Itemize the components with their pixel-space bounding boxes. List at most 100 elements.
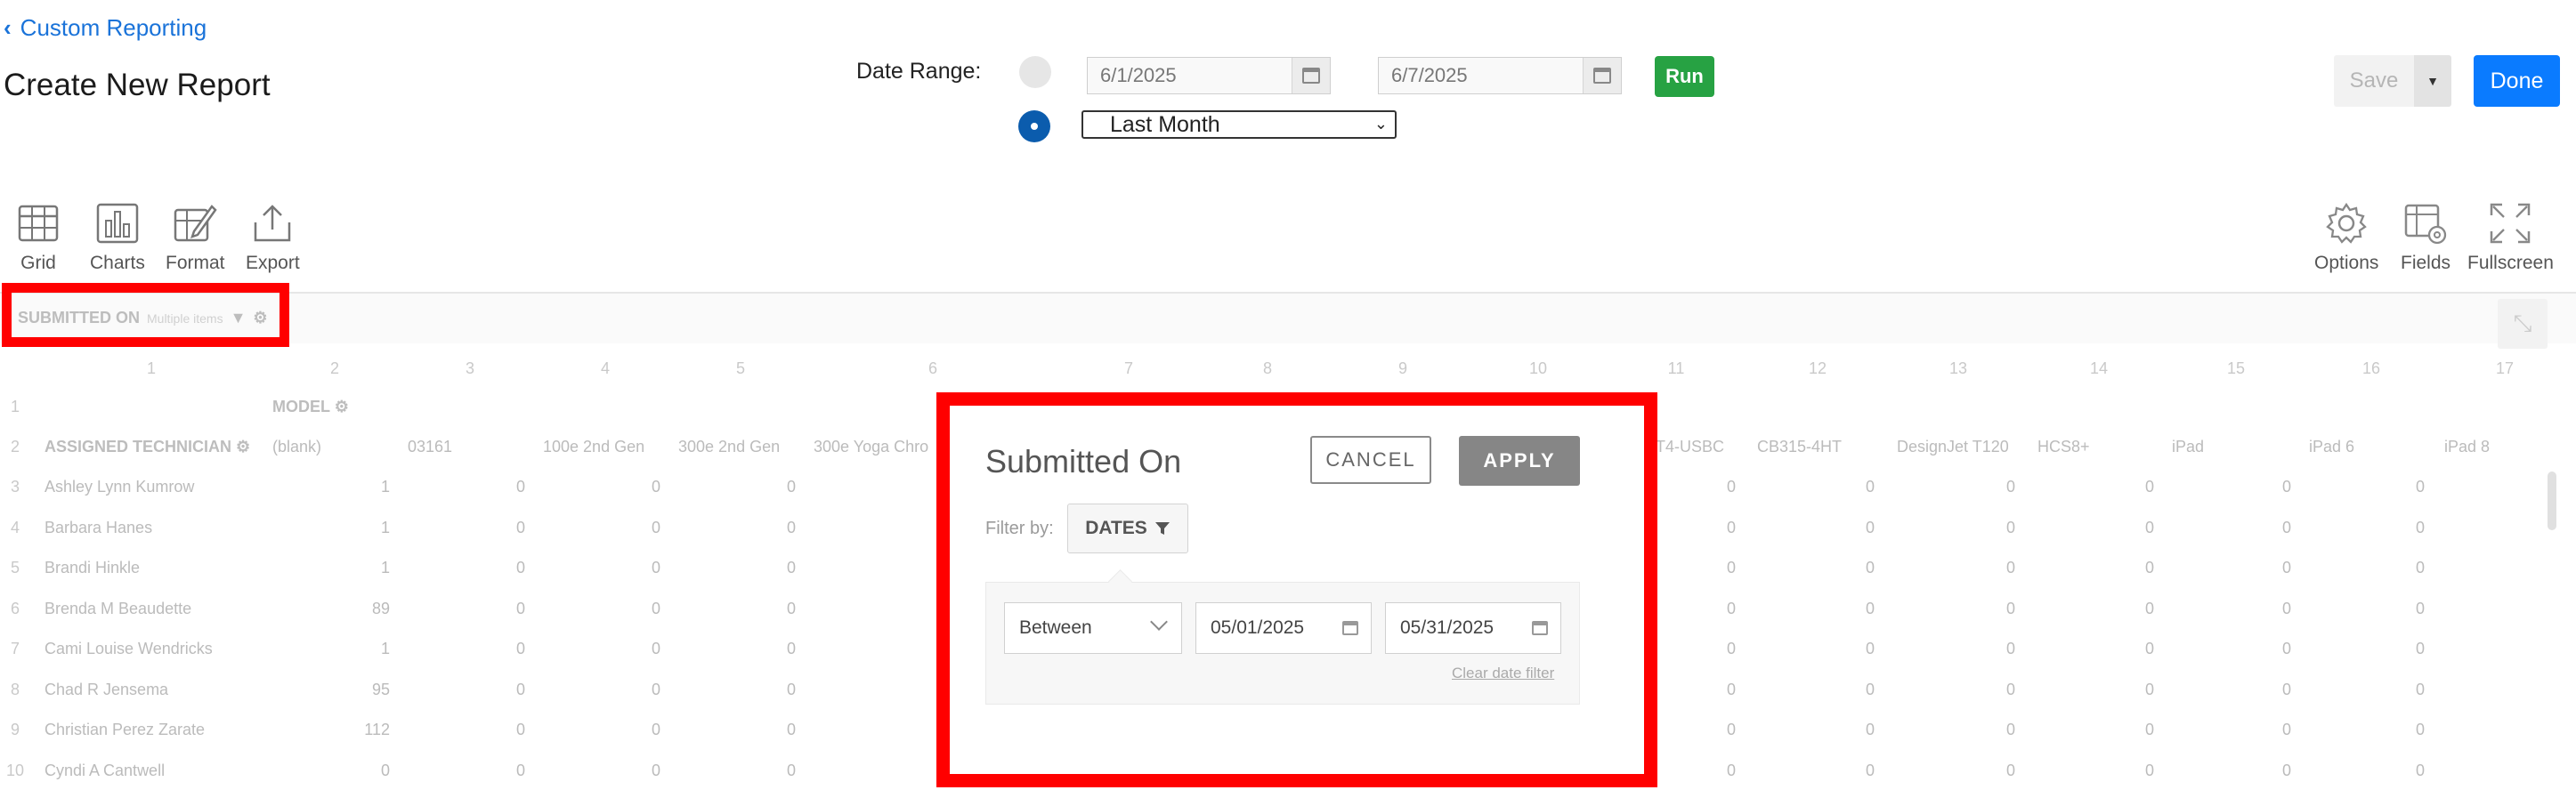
table-cell: 0 (2281, 478, 2291, 496)
toolbar-grid[interactable]: Grid (16, 201, 61, 274)
toolbar-fullscreen[interactable]: Fullscreen (2467, 201, 2554, 274)
back-link[interactable]: ‹ Custom Reporting (4, 14, 207, 42)
date-to-input[interactable]: 6/7/2025 (1378, 57, 1622, 94)
dates-filter-label: DATES (1085, 518, 1147, 538)
technician-name: Barbara Hanes (45, 519, 153, 536)
chevron-down-icon: ⌄ (1373, 115, 1388, 133)
toolbar-charts[interactable]: Charts (90, 201, 145, 274)
collapse-icon[interactable]: ⤡ (2498, 299, 2548, 349)
date-from-value: 6/1/2025 (1100, 64, 1177, 86)
chevron-down-icon (1150, 613, 1168, 631)
model-column: 300e Yoga Chro (814, 438, 929, 455)
save-menu-caret[interactable]: ▼ (2414, 55, 2451, 107)
end-date-input[interactable]: 05/31/2025 (1385, 602, 1561, 654)
table-cell: 1 (380, 559, 390, 576)
table-cell: 0 (1865, 519, 1875, 536)
toolbar-export[interactable]: Export (246, 201, 300, 274)
table-cell: 0 (651, 721, 660, 738)
table-cell: 0 (1726, 600, 1736, 617)
calendar-icon[interactable] (1292, 58, 1330, 93)
table-cell: 0 (515, 519, 525, 536)
col-number: 12 (1808, 359, 1827, 377)
calendar-icon[interactable] (1532, 621, 1548, 635)
calendar-icon[interactable] (1342, 621, 1358, 635)
table-cell: 0 (1865, 640, 1875, 657)
table-cell: 0 (786, 640, 796, 657)
table-cell: 0 (2281, 762, 2291, 779)
model-column: 300e 2nd Gen (678, 438, 781, 455)
page-title: Create New Report (4, 68, 271, 102)
cancel-button[interactable]: CANCEL (1310, 436, 1431, 484)
save-button[interactable]: Save (2334, 55, 2414, 107)
filter-icon (1154, 522, 1170, 535)
filter-bar (0, 294, 2576, 343)
operator-select[interactable]: Between (1004, 602, 1182, 654)
technician-name: Ashley Lynn Kumrow (45, 478, 195, 496)
table-cell: 0 (2415, 681, 2425, 698)
table-cell: 0 (651, 559, 660, 576)
row-number: 5 (10, 559, 20, 576)
dates-filter-button[interactable]: DATES (1067, 504, 1188, 553)
start-date-input[interactable]: 05/01/2025 (1195, 602, 1372, 654)
date-from-input[interactable]: 6/1/2025 (1087, 57, 1331, 94)
model-column: iPad 8 (2444, 438, 2491, 455)
table-cell: 0 (786, 762, 796, 779)
calendar-icon[interactable] (1583, 58, 1621, 93)
table-cell: 0 (515, 721, 525, 738)
preset-range-radio[interactable] (1018, 110, 1050, 142)
row-number: 10 (5, 762, 25, 779)
table-cell: 1 (380, 478, 390, 496)
technician-header[interactable]: ASSIGNED TECHNICIAN ⚙ (45, 438, 250, 456)
col-number: 3 (465, 359, 474, 377)
table-cell: 0 (1865, 478, 1875, 496)
toolbar-format-label: Format (166, 253, 225, 273)
table-cell: 95 (371, 681, 390, 698)
apply-button[interactable]: APPLY (1459, 436, 1580, 486)
table-cell: 1 (380, 640, 390, 657)
format-icon (174, 205, 217, 242)
model-column: (blank) (272, 438, 322, 455)
model-header[interactable]: MODEL ⚙ (272, 398, 349, 416)
table-cell: 0 (2005, 559, 2015, 576)
range-select[interactable]: Last Month ⌄ (1081, 110, 1397, 139)
table-cell: 0 (651, 478, 660, 496)
gear-icon[interactable]: ⚙ (236, 438, 250, 455)
table-cell: 0 (651, 640, 660, 657)
toolbar-fields[interactable]: Fields (2401, 201, 2450, 274)
row-number: 6 (10, 600, 20, 617)
table-cell: 0 (2415, 640, 2425, 657)
col-number: 13 (1948, 359, 1968, 377)
table-cell: 0 (1865, 721, 1875, 738)
model-column: 03161 (408, 438, 453, 455)
toolbar-fields-label: Fields (2401, 253, 2451, 273)
technician-name: Chad R Jensema (45, 681, 169, 698)
vertical-scrollbar[interactable] (2548, 472, 2556, 530)
table-cell: 0 (380, 762, 390, 779)
done-button[interactable]: Done (2474, 55, 2560, 107)
table-cell: 0 (2005, 519, 2015, 536)
col-number: 16 (2361, 359, 2381, 377)
model-column: 100e 2nd Gen (543, 438, 645, 455)
col-number: 5 (735, 359, 745, 377)
table-cell: 0 (2144, 519, 2154, 536)
table-cell: 0 (1726, 762, 1736, 779)
range-select-value: Last Month (1110, 111, 1220, 137)
model-column: CB315-4HT (1757, 438, 1843, 455)
toolbar-options[interactable]: Options (2314, 201, 2378, 274)
clear-date-filter-link[interactable]: Clear date filter (1452, 665, 1554, 682)
table-cell: 0 (2281, 681, 2291, 698)
gear-icon[interactable]: ⚙ (335, 398, 349, 415)
table-cell: 0 (651, 600, 660, 617)
row-number: 8 (10, 681, 20, 698)
table-cell: 0 (2144, 478, 2154, 496)
table-cell: 0 (2415, 721, 2425, 738)
run-button[interactable]: Run (1655, 56, 1714, 97)
table-cell: 1 (380, 519, 390, 536)
custom-range-radio[interactable] (1019, 56, 1051, 88)
table-cell: 0 (1865, 762, 1875, 779)
back-link-label: Custom Reporting (20, 14, 207, 41)
table-cell: 0 (1726, 681, 1736, 698)
toolbar-format[interactable]: Format (166, 201, 225, 274)
table-cell: 0 (786, 681, 796, 698)
toolbar-export-label: Export (246, 253, 300, 273)
